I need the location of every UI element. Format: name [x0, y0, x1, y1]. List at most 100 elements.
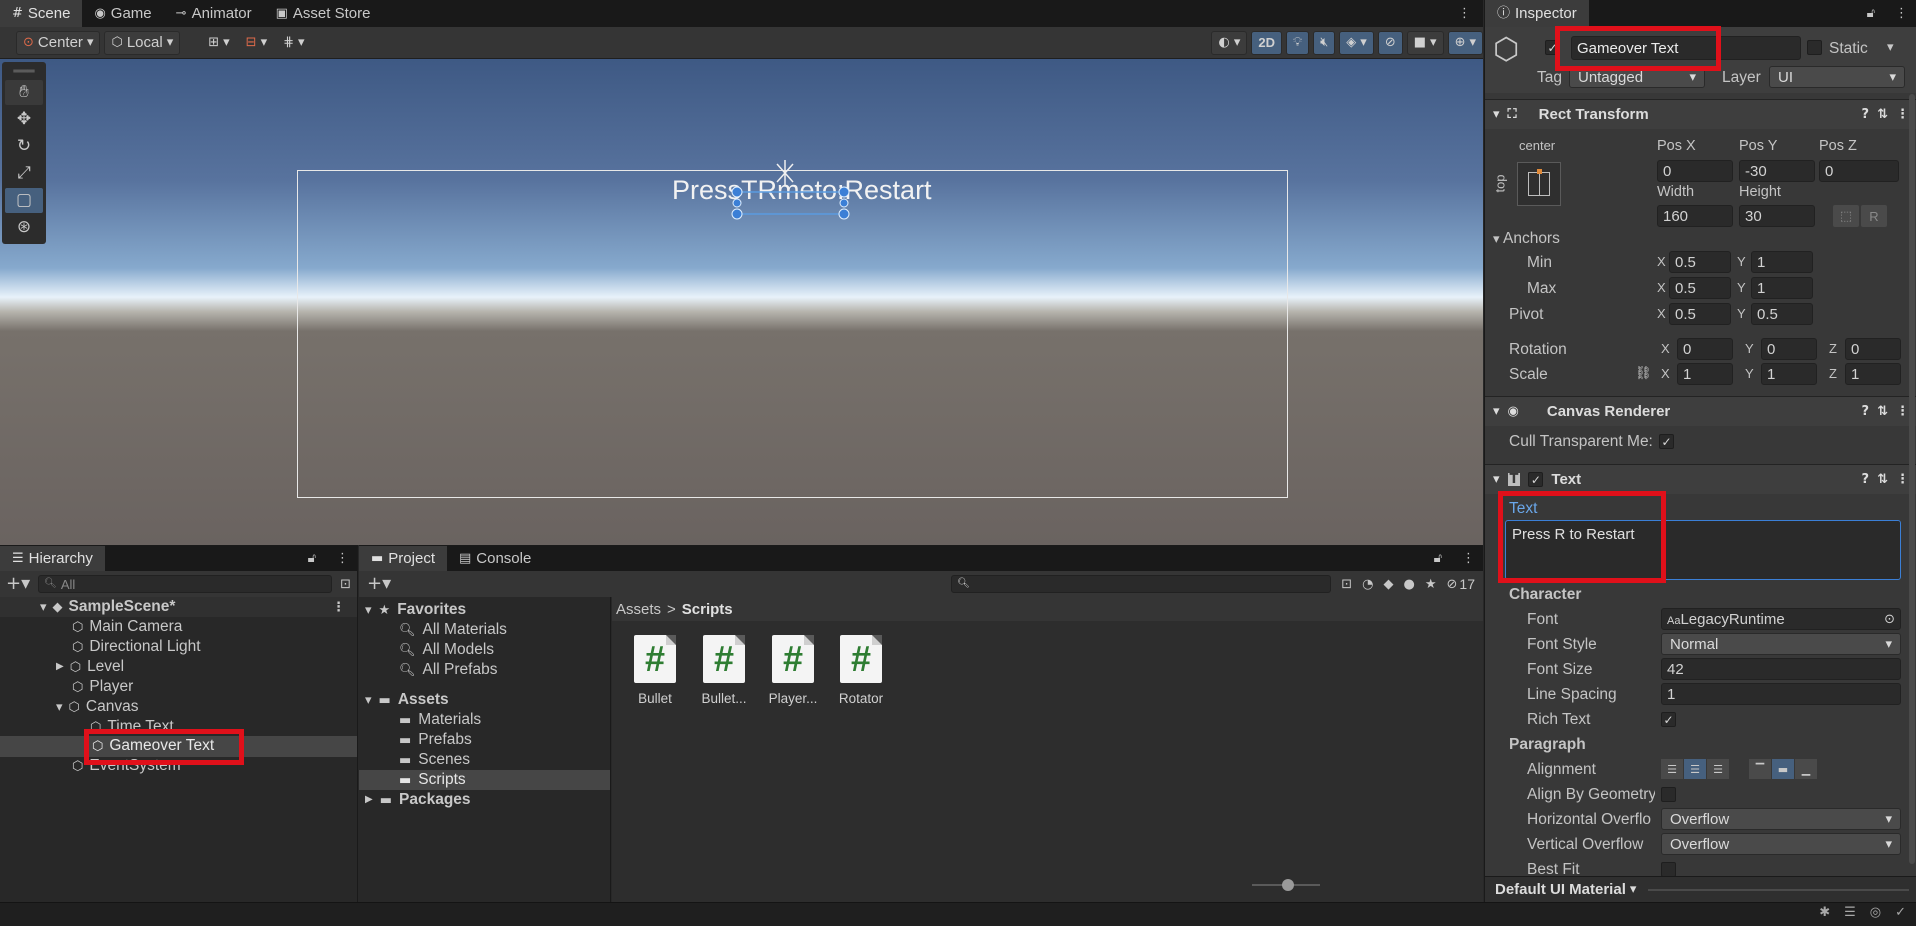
rotation-z-input[interactable]: 0: [1845, 338, 1901, 360]
font-object-field[interactable]: AaLegacyRuntime ⊙: [1661, 608, 1901, 630]
hierarchy-item-main-camera[interactable]: ⬡ Main Camera: [72, 617, 182, 637]
grid-visibility-button[interactable]: ⋕ ▾: [277, 31, 310, 55]
kebab-menu-icon[interactable]: ⋮: [1896, 405, 1909, 418]
scale-z-input[interactable]: 1: [1845, 363, 1901, 385]
bug-icon[interactable]: ✱: [1819, 906, 1830, 919]
alert-icon[interactable]: ●: [1404, 578, 1415, 591]
material-splitter[interactable]: [1648, 888, 1909, 891]
tab-scene[interactable]: # Scene: [0, 0, 83, 27]
folder-prefabs[interactable]: ▬ Prefabs: [399, 731, 472, 749]
font-style-dropdown[interactable]: Normal ▾: [1661, 633, 1901, 655]
vertical-overflow-dropdown[interactable]: Overflow ▾: [1661, 833, 1901, 855]
tab-game[interactable]: ◉ Game: [82, 0, 163, 27]
palette-grip[interactable]: ═══: [5, 66, 43, 78]
inspector-lock[interactable]: 🔓︎: [1855, 0, 1887, 27]
hand-tool[interactable]: ✋︎: [5, 80, 43, 105]
rotate-tool[interactable]: ↻: [5, 134, 43, 159]
align-bottom-button[interactable]: ▁: [1795, 759, 1817, 779]
inspector-menu[interactable]: ⋮: [1887, 0, 1916, 27]
rect-tool[interactable]: ▢: [5, 188, 43, 213]
anchor-min-y-input[interactable]: 1: [1751, 251, 1813, 273]
effects-toggle[interactable]: ◈ ▾: [1339, 30, 1374, 55]
font-size-input[interactable]: 42: [1661, 658, 1901, 680]
grid-snap-button[interactable]: ⊞ ▾: [202, 31, 235, 55]
anchor-min-x-input[interactable]: 0.5: [1669, 251, 1731, 273]
folder-scripts[interactable]: ▬ Scripts: [399, 771, 466, 789]
raw-edit-button[interactable]: R: [1861, 205, 1887, 227]
pos-y-input[interactable]: -30: [1739, 160, 1815, 182]
align-center-button[interactable]: ☰: [1684, 759, 1706, 779]
hierarchy-item-canvas[interactable]: ▾ ⬡ Canvas: [56, 697, 138, 717]
horizontal-overflow-dropdown[interactable]: Overflow ▾: [1661, 808, 1901, 830]
hierarchy-item-player[interactable]: ⬡ Player: [72, 677, 133, 697]
lighting-toggle[interactable]: 💡︎: [1285, 30, 1310, 55]
project-search-input[interactable]: 🔍︎: [951, 575, 1332, 593]
scene-more-menu[interactable]: ⋮: [1446, 0, 1483, 27]
anchor-max-y-input[interactable]: 1: [1751, 277, 1813, 299]
text-enabled-checkbox[interactable]: ✓: [1528, 472, 1544, 487]
anchors-foldout[interactable]: ▾ Anchors: [1493, 230, 1560, 248]
add-icon[interactable]: +▾: [367, 575, 391, 593]
scale-y-input[interactable]: 1: [1761, 363, 1817, 385]
align-top-button[interactable]: ▔: [1749, 759, 1771, 779]
preset-icon[interactable]: ⇅: [1877, 108, 1888, 121]
static-checkbox[interactable]: [1807, 40, 1822, 55]
rich-text-checkbox[interactable]: ✓: [1661, 712, 1676, 727]
chevron-down-icon[interactable]: ▾: [1887, 41, 1894, 54]
scale-tool[interactable]: ⤢: [5, 161, 43, 186]
favorites-group[interactable]: ▾ ★ Favorites: [365, 601, 466, 619]
assets-folder[interactable]: ▾ ▬ Assets: [365, 691, 449, 709]
hidden-packages-toggle[interactable]: ⊘ 17: [1447, 576, 1475, 592]
slider-thumb[interactable]: [1282, 879, 1294, 891]
help-icon[interactable]: ?: [1862, 108, 1870, 121]
hierarchy-scene-row[interactable]: ▾ ◆ SampleScene* ⋮: [0, 597, 357, 617]
filter-label-icon[interactable]: ◆: [1384, 578, 1394, 591]
tab-hierarchy[interactable]: ☰ Hierarchy: [0, 546, 105, 571]
line-spacing-input[interactable]: 1: [1661, 683, 1901, 705]
script-asset-bullet[interactable]: # Bullet: [622, 635, 688, 706]
hierarchy-item-directional-light[interactable]: ⬡ Directional Light: [72, 637, 201, 657]
default-ui-material-dropdown[interactable]: Default UI Material: [1495, 881, 1626, 898]
layer-dropdown[interactable]: UI ▾: [1769, 66, 1905, 88]
hierarchy-menu[interactable]: ⋮: [328, 546, 357, 571]
project-menu[interactable]: ⋮: [1454, 546, 1483, 571]
rotation-y-input[interactable]: 0: [1761, 338, 1817, 360]
kebab-menu-icon[interactable]: ⋮: [1896, 473, 1909, 486]
scene-viewport[interactable]: PressTRmeto:Restart: [0, 59, 1483, 545]
camera-settings-dropdown[interactable]: ■ ▾: [1406, 30, 1444, 55]
search-scope-icon[interactable]: ⊡: [1341, 578, 1352, 591]
hierarchy-item-level[interactable]: ▶ ⬡ Level: [56, 657, 124, 677]
text-component-header[interactable]: ▾ T ✓ Text ? ⇅ ⋮: [1485, 464, 1916, 494]
pivot-rotation-dropdown[interactable]: ⬡ Local ▾: [104, 30, 181, 55]
align-right-button[interactable]: ☰: [1707, 759, 1729, 779]
progress-check-icon[interactable]: ✓: [1895, 906, 1906, 919]
rotation-x-input[interactable]: 0: [1677, 338, 1733, 360]
kebab-menu-icon[interactable]: ⋮: [1896, 108, 1909, 121]
chevron-down-icon[interactable]: ▾: [1630, 883, 1637, 896]
transform-tool[interactable]: ⊛: [5, 215, 43, 240]
pivot-mode-dropdown[interactable]: ⊙ Center ▾: [16, 30, 101, 55]
width-input[interactable]: 160: [1657, 205, 1733, 227]
favorite-all-materials[interactable]: 🔍︎ All Materials: [399, 621, 507, 639]
auto-generate-lighting-icon[interactable]: ◎: [1870, 906, 1881, 919]
breadcrumb-assets[interactable]: Assets: [616, 601, 661, 618]
align-by-geometry-checkbox[interactable]: [1661, 787, 1676, 802]
canvas-renderer-header[interactable]: ▾ ◉ Canvas Renderer ? ⇅ ⋮: [1485, 396, 1916, 426]
kebab-menu-icon[interactable]: ⋮: [332, 601, 345, 614]
tab-project[interactable]: ▬ Project: [359, 546, 447, 571]
breadcrumb-scripts[interactable]: Scripts: [682, 601, 733, 618]
link-scale-icon[interactable]: ⛓︎: [1635, 367, 1652, 380]
tab-asset-store[interactable]: ▣ Asset Store: [264, 0, 383, 27]
cull-transparent-checkbox[interactable]: ✓: [1659, 434, 1674, 449]
cache-server-icon[interactable]: ☰: [1844, 906, 1856, 919]
project-lock[interactable]: 🔓︎: [1422, 546, 1454, 571]
best-fit-checkbox[interactable]: [1661, 862, 1676, 877]
favorite-all-models[interactable]: 🔍︎ All Models: [399, 641, 494, 659]
hierarchy-search-input[interactable]: 🔍︎ All: [38, 575, 333, 593]
packages-folder[interactable]: ▶ ▬ Packages: [365, 791, 471, 809]
pos-x-input[interactable]: 0: [1657, 160, 1733, 182]
favorite-all-prefabs[interactable]: 🔍︎ All Prefabs: [399, 661, 497, 679]
help-icon[interactable]: ?: [1862, 473, 1870, 486]
help-icon[interactable]: ?: [1862, 405, 1870, 418]
move-tool[interactable]: ✥: [5, 107, 43, 132]
